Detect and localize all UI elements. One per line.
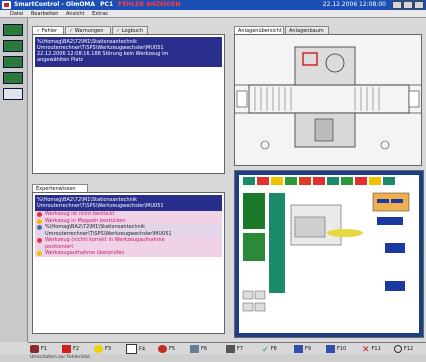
f1-button[interactable]: F1: [30, 344, 47, 354]
menu-item-datei[interactable]: Datei: [10, 11, 23, 17]
pc-name: PC1: [100, 1, 114, 8]
search-icon: [394, 344, 402, 353]
tool-button-3[interactable]: [3, 56, 23, 68]
edit-icon: [190, 344, 199, 353]
tool-button-4[interactable]: [3, 72, 23, 84]
function-key-bar: F1 F2 F3 F4 F5 F6 F7 ✓ F8 F9 F10 ✕ F11 F12: [28, 342, 426, 355]
info-icon: [37, 212, 42, 217]
check-icon: ✓: [262, 344, 269, 354]
f10-button[interactable]: F10: [326, 344, 346, 354]
machine-schematic[interactable]: [234, 34, 422, 166]
bulb-icon: [37, 218, 42, 224]
fault-list: %\Homag\BA2\72\M1\Stationsantechnik Umro…: [32, 34, 225, 174]
minimize-button[interactable]: [392, 1, 402, 9]
tools-icon: [226, 344, 235, 353]
page-icon: [126, 344, 137, 354]
tab-fehler[interactable]: ✓ Fehler: [32, 26, 64, 34]
expert-row[interactable]: Werkzeugaufnahme überprüfen: [35, 250, 222, 257]
f8-button[interactable]: ✓ F8: [262, 344, 277, 354]
menu-item-bearbeiten[interactable]: Bearbeiten: [31, 11, 58, 17]
expert-list: %\Homag\BA2\72\M1\Stationsantechnik Umro…: [32, 192, 225, 334]
status-bar: Umschalten zur Fehlerliste: [0, 354, 426, 362]
fault-panel: ✓ Fehler ✓ Warnungen ✓ Logbuch %\Homag\B…: [30, 20, 228, 178]
f12-button[interactable]: F12: [394, 344, 413, 354]
menu-item-extras[interactable]: Extras: [92, 11, 108, 17]
expert-header: %\Homag\BA2\72\M1\Stationsantechnik Umro…: [35, 195, 222, 211]
info-icon: [37, 238, 42, 243]
tab-anlagenuebersicht[interactable]: Anlagenübersicht: [234, 26, 284, 34]
tab-warnungen[interactable]: ✓ Warnungen: [65, 26, 111, 34]
tool-button-5[interactable]: [3, 88, 23, 100]
f3-button[interactable]: F3: [94, 344, 111, 354]
maximize-button[interactable]: [403, 1, 413, 9]
menu-bar: Datei Bearbeiten Ansicht Extras: [0, 10, 426, 18]
f9-button[interactable]: F9: [294, 344, 311, 354]
app-name: SmartControl - OlmOMA: [14, 1, 96, 8]
detail-diagram-panel[interactable]: [234, 170, 424, 338]
close-button[interactable]: [414, 1, 424, 9]
fault-text-line: angewählten Platz: [37, 57, 84, 63]
f11-button[interactable]: ✕ F11: [362, 344, 381, 355]
cross-icon: ✕: [362, 344, 370, 355]
f4-button[interactable]: F4: [126, 344, 145, 354]
window-titlebar: SmartControl - OlmOMA PC1 FEHLER ANZEIGE…: [0, 0, 426, 10]
machine-overview-panel: Anlagenübersicht Anlagenbaum: [232, 20, 426, 168]
left-toolbar: [0, 18, 28, 342]
f5-button[interactable]: F5: [158, 344, 175, 354]
bulb-icon: [94, 344, 103, 353]
f7-button[interactable]: F7: [226, 344, 243, 354]
machine-drawing: [235, 35, 421, 165]
clock-datetime: 22.12.2006 12:08:00: [322, 1, 386, 8]
expert-panel: Expertenwissen %\Homag\BA2\72\M1\Station…: [30, 180, 228, 338]
expert-path-line: Umrouterrechner\T\SPS\Werkzeugwechsler\M…: [37, 203, 164, 209]
wrench-icon: [30, 344, 39, 353]
fault-message-selected[interactable]: %\Homag\BA2\72\M1\Stationsantechnik Umro…: [35, 37, 222, 67]
tab-anlagenbaum[interactable]: Anlagenbaum: [285, 26, 329, 34]
diagram2-icon: [326, 344, 335, 353]
error-icon: [62, 344, 71, 353]
app-logo-icon: [2, 1, 11, 9]
gears-icon: [158, 344, 167, 353]
expert-rows: Werkzeug ist nicht bestückt Werkzeug in …: [35, 211, 222, 257]
detail-diagram: [235, 171, 423, 337]
tab-expertenwissen[interactable]: Expertenwissen: [32, 184, 88, 192]
bulb-icon: [37, 251, 42, 256]
f6-button[interactable]: F6: [190, 344, 207, 354]
folder-icon: [37, 225, 42, 230]
tool-button-2[interactable]: [3, 40, 23, 52]
tab-logbuch[interactable]: ✓ Logbuch: [112, 26, 148, 34]
tool-button-1[interactable]: [3, 24, 23, 36]
menu-item-ansicht[interactable]: Ansicht: [66, 11, 84, 17]
diagram-icon: [294, 344, 303, 353]
f2-button[interactable]: F2: [62, 344, 79, 354]
window-title: FEHLER ANZEIGEN: [118, 1, 181, 8]
